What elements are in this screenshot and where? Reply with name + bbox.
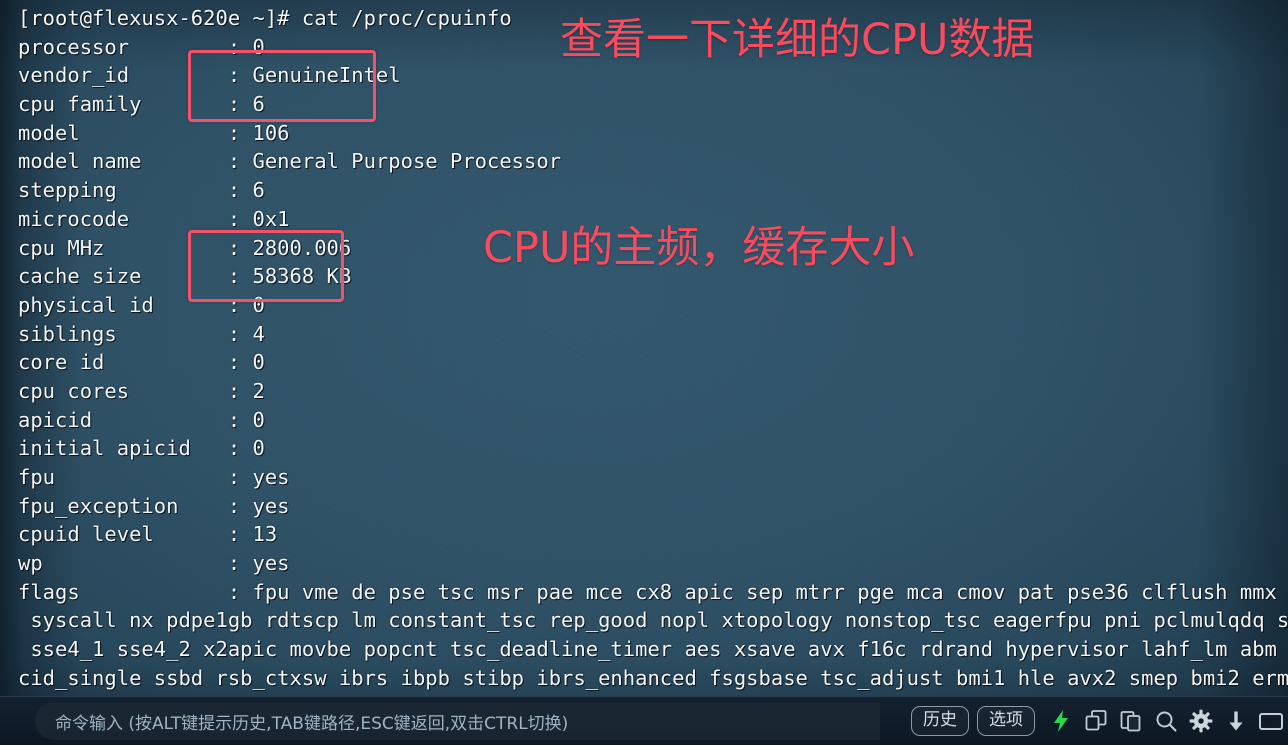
terminal-line: initial apicid : 0	[18, 436, 265, 461]
gear-icon[interactable]	[1184, 704, 1217, 738]
terminal-line: apicid : 0	[18, 407, 265, 432]
paste-icon[interactable]	[1114, 704, 1147, 738]
terminal-line: cpuid level : 13	[18, 522, 278, 547]
terminal-line: cpu cores : 2	[18, 378, 265, 403]
terminal-line: syscall nx pdpe1gb rdtscp lm constant_ts…	[30, 608, 1288, 633]
bottom-command-bar: 命令输入 (按ALT键提示历史,TAB键路径,ESC键返回,双击CTRL切换) …	[0, 696, 1288, 745]
terminal-line: siblings : 4	[18, 321, 265, 346]
lightning-bolt-icon[interactable]	[1044, 704, 1077, 738]
history-button[interactable]: 历史	[911, 706, 969, 736]
command-input[interactable]: 命令输入 (按ALT键提示历史,TAB键路径,ESC键返回,双击CTRL切换)	[35, 702, 880, 740]
options-button[interactable]: 选项	[977, 706, 1035, 736]
bottom-bar-actions: 历史 选项	[911, 704, 1288, 738]
window-icon[interactable]	[1254, 704, 1287, 738]
terminal-line: stepping : 6	[18, 178, 265, 203]
terminal-line: flags : fpu vme de pse tsc msr pae mce c…	[18, 579, 1277, 604]
terminal-screen: [root@flexusx-620e ~]# cat /proc/cpuinfo…	[0, 0, 1288, 745]
terminal-line: fpu_exception : yes	[18, 493, 290, 518]
command-input-placeholder: 命令输入 (按ALT键提示历史,TAB键路径,ESC键返回,双击CTRL切换)	[55, 713, 569, 734]
terminal-line: sse4_1 sse4_2 x2apic movbe popcnt tsc_de…	[30, 637, 1277, 662]
annotation-top-note: 查看一下详细的CPU数据	[560, 15, 1035, 65]
terminal-line: wp : yes	[18, 551, 290, 576]
copy-icon[interactable]	[1079, 704, 1112, 738]
terminal-line: cid_single ssbd rsb_ctxsw ibrs ibpb stib…	[18, 665, 1288, 690]
terminal-output[interactable]: [root@flexusx-620e ~]# cat /proc/cpuinfo…	[0, 0, 1288, 697]
terminal-line-list: processor : 0 vendor_id : GenuineIntel cpu…	[18, 33, 1288, 693]
annotation-mid-note: CPU的主频，缓存大小	[483, 223, 915, 273]
terminal-line: fpu : yes	[18, 465, 290, 489]
terminal-line: cpu family : 6	[18, 92, 265, 117]
terminal-line: physical id : 0	[18, 292, 265, 317]
terminal-line: core id : 0	[18, 350, 265, 375]
download-arrow-icon[interactable]	[1219, 704, 1252, 738]
terminal-line: model : 106	[18, 120, 290, 145]
terminal-line: vendor_id : GenuineIntel	[18, 63, 401, 88]
search-icon[interactable]	[1149, 704, 1182, 738]
terminal-line: model name : General Purpose Processor	[18, 149, 562, 174]
